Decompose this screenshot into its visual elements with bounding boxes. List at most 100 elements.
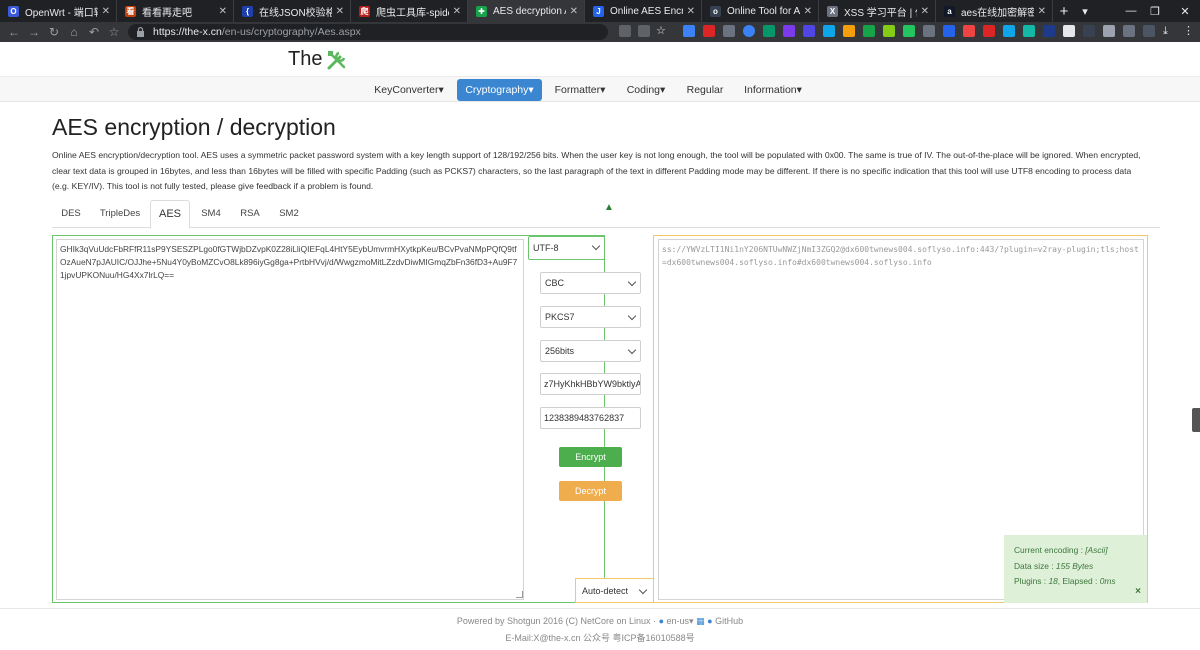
close-tab-icon[interactable]: ✕ (336, 6, 344, 17)
language-link[interactable]: en-us (667, 616, 690, 626)
close-tab-icon[interactable]: ✕ (921, 6, 929, 17)
extension-icon[interactable] (783, 25, 795, 37)
encrypt-button[interactable]: Encrypt (559, 447, 622, 467)
nav-regular[interactable]: Regular (680, 79, 730, 101)
favicon-icon: { (242, 5, 253, 17)
favicon-icon: a (944, 5, 955, 17)
url-input[interactable]: https://the-x.cn/en-us/cryptography/Aes.… (128, 24, 608, 40)
nav-keyconverter[interactable]: KeyConverter▾ (368, 79, 450, 101)
resize-handle[interactable] (516, 591, 523, 598)
extension-icon[interactable] (803, 25, 815, 37)
bookmark-star-icon[interactable]: ☆ (104, 22, 124, 42)
download-icon[interactable]: ⤓ (1163, 25, 1175, 37)
browser-tab-strip: OOpenWrt - 端口转发✕看看看再走吧✕{在线JSON校验格式化✕爬爬虫工… (0, 0, 1200, 22)
extension-icon[interactable] (723, 25, 735, 37)
browser-tab[interactable]: J Online AES Encryptic ✕ (585, 0, 702, 22)
logo-text: The (288, 48, 323, 70)
tab-sm2[interactable]: SM2 (270, 200, 308, 228)
extension-icon[interactable] (983, 25, 995, 37)
tab-sm4[interactable]: SM4 (192, 200, 230, 228)
mode-select[interactable]: CBC (540, 272, 641, 294)
iv-input[interactable]: 1238389483762837 (540, 407, 641, 429)
browser-tab[interactable]: a aes在线加密解密 ✕ (936, 0, 1053, 22)
browser-tab[interactable]: o Online Tool for AES E ✕ (702, 0, 819, 22)
extension-icon[interactable] (1103, 25, 1115, 37)
extension-icon[interactable] (843, 25, 855, 37)
browser-tab[interactable]: 看看看再走吧 ✕ (117, 0, 234, 22)
close-icon[interactable]: × (1135, 587, 1141, 597)
close-window-button[interactable]: ✕ (1162, 0, 1200, 22)
close-tab-icon[interactable]: ✕ (453, 6, 461, 17)
key-input[interactable]: z7HyKhkHBbYW9bktlyA (540, 373, 641, 395)
browser-tab[interactable]: ✚ AES decryption AES d ✕ (468, 0, 585, 22)
reload-icon[interactable]: ↻ (44, 22, 64, 42)
side-scroll-handle[interactable] (1192, 408, 1200, 432)
browser-tab[interactable]: {在线JSON校验格式化 ✕ (234, 0, 351, 22)
extension-icon[interactable] (923, 25, 935, 37)
site-logo[interactable]: The (288, 48, 348, 71)
tab-search-icon[interactable]: ▾ (1062, 0, 1108, 22)
tab-tripledes[interactable]: TripleDes (92, 200, 148, 228)
status-plugins-value: 18 (1048, 576, 1058, 586)
padding-select[interactable]: PKCS7 (540, 306, 641, 328)
github-link[interactable]: GitHub (715, 616, 743, 626)
nav-formatter[interactable]: Formatter▾ (548, 79, 612, 101)
collapse-up-icon[interactable]: ▲ (604, 202, 614, 213)
nav-coding[interactable]: Coding▾ (618, 79, 674, 101)
close-tab-icon[interactable]: ✕ (102, 6, 110, 17)
back-icon[interactable]: ← (4, 22, 24, 42)
favicon-icon: J (593, 5, 604, 17)
mode-value: CBC (545, 278, 565, 288)
home-icon[interactable]: ⌂ (64, 22, 84, 42)
forward-icon[interactable]: → (24, 22, 44, 42)
key-size-select[interactable]: 256bits (540, 340, 641, 362)
star-icon[interactable]: ☆ (656, 25, 668, 37)
browser-tab-title: OpenWrt - 端口转发 (25, 7, 98, 19)
favicon-icon: o (710, 5, 721, 17)
browser-tab-title: XSS 学习平台 | 任务调 (844, 7, 917, 19)
footer-line-1: Powered by Shotgun 2016 (C) NetCore on L… (456, 616, 744, 626)
browser-tab[interactable]: 爬爬虫工具库-spidertoo ✕ (351, 0, 468, 22)
extension-icon[interactable] (1043, 25, 1055, 37)
extension-icon[interactable] (683, 25, 695, 37)
extension-icon[interactable] (743, 25, 755, 37)
extension-icon[interactable] (1143, 25, 1155, 37)
extension-icon[interactable] (703, 25, 715, 37)
close-tab-icon[interactable]: ✕ (570, 6, 578, 17)
extension-icon[interactable] (903, 25, 915, 37)
extension-icon[interactable] (1063, 25, 1075, 37)
extension-icon[interactable] (1123, 25, 1135, 37)
browser-tab[interactable]: X XSS 学习平台 | 任务调 ✕ (819, 0, 936, 22)
output-encoding-value: Auto-detect (582, 585, 629, 596)
translate-icon[interactable] (638, 25, 650, 37)
undo-icon[interactable]: ↶ (84, 22, 104, 42)
nav-information[interactable]: Information▾ (736, 79, 810, 101)
close-tab-icon[interactable]: ✕ (219, 6, 227, 17)
extension-icon[interactable] (763, 25, 775, 37)
extension-icon[interactable] (1023, 25, 1035, 37)
extension-icon[interactable] (883, 25, 895, 37)
extension-icon[interactable] (863, 25, 875, 37)
extension-icon[interactable] (823, 25, 835, 37)
qr-code-icon[interactable] (619, 25, 631, 37)
extension-icon[interactable] (1003, 25, 1015, 37)
nav-cryptography[interactable]: Cryptography▾ (457, 79, 542, 101)
output-encoding-select[interactable]: Auto-detect (575, 578, 654, 603)
page-title: AES encryption / decryption (52, 114, 336, 140)
plaintext-input[interactable]: GHIk3qVuUdcFbRFfR11sP9YSESZPLgo0fGTWjbDZ… (56, 239, 524, 600)
input-encoding-select[interactable]: UTF-8 (528, 236, 605, 260)
close-tab-icon[interactable]: ✕ (1038, 6, 1046, 17)
chevron-down-icon (591, 241, 601, 251)
tab-rsa[interactable]: RSA (232, 200, 268, 228)
globe-icon: ● (658, 616, 664, 626)
extension-icon[interactable] (963, 25, 975, 37)
close-tab-icon[interactable]: ✕ (687, 6, 695, 17)
extension-icon[interactable] (1083, 25, 1095, 37)
tab-aes[interactable]: AES (150, 200, 190, 229)
close-tab-icon[interactable]: ✕ (804, 6, 812, 17)
menu-icon[interactable]: ⋮ (1183, 25, 1195, 37)
extension-icon[interactable] (943, 25, 955, 37)
browser-tab[interactable]: O OpenWrt - 端口转发 ✕ (0, 0, 117, 22)
decrypt-button[interactable]: Decrypt (559, 481, 622, 501)
tab-des[interactable]: DES (52, 200, 90, 228)
